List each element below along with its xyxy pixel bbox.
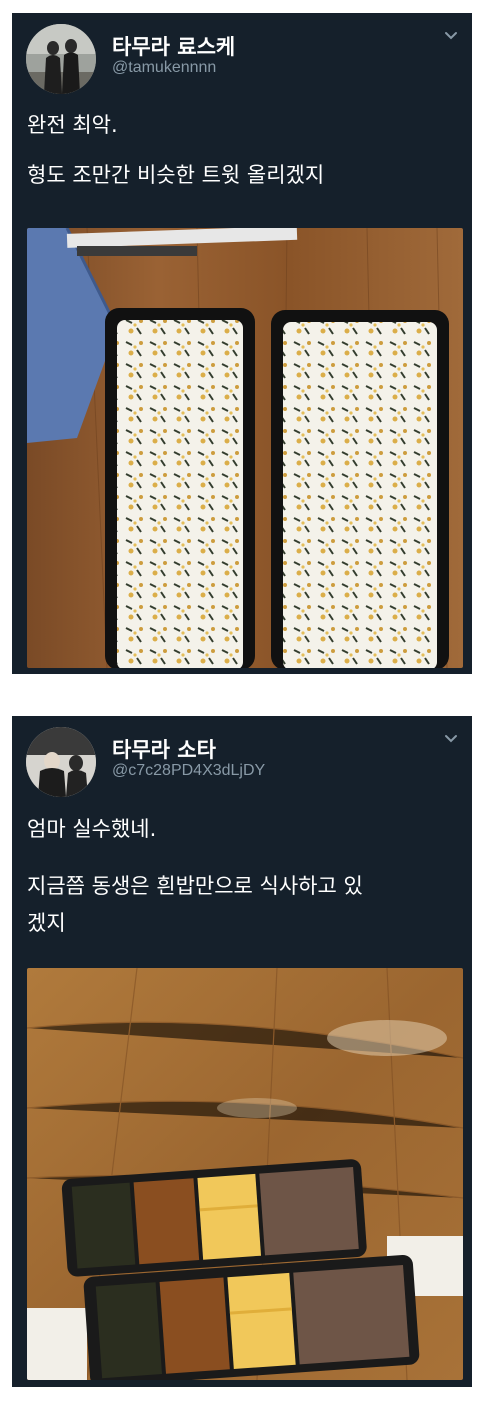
tweet-card: 타무라 소타 @c7c28PD4X3dLjDY 엄마 실수했네. 지금쯤 동생은… bbox=[12, 716, 472, 1387]
avatar[interactable] bbox=[26, 24, 96, 94]
tweet-photo[interactable] bbox=[27, 228, 463, 668]
tweet-card: 타무라 료스케 @tamukennnn 완전 최악. 형도 조만간 비슷한 트윗… bbox=[12, 13, 472, 674]
avatar[interactable] bbox=[26, 727, 96, 797]
tweet-text-line: 엄마 실수했네. bbox=[27, 817, 157, 841]
user-handle[interactable]: @tamukennnn bbox=[112, 59, 216, 77]
display-name[interactable]: 타무라 소타 bbox=[112, 734, 216, 764]
bento-side-dishes-image bbox=[27, 968, 463, 1380]
tweet-text-line: 형도 조만간 비슷한 트윗 올리겠지 bbox=[27, 163, 325, 187]
chevron-down-icon[interactable] bbox=[444, 29, 458, 43]
bento-rice-image bbox=[27, 228, 463, 668]
user-handle[interactable]: @c7c28PD4X3dLjDY bbox=[112, 762, 265, 780]
display-name[interactable]: 타무라 료스케 bbox=[112, 31, 235, 61]
tweet-text-line: 지금쯤 동생은 흰밥만으로 식사하고 있 bbox=[27, 874, 363, 898]
tweet-text-line: 겠지 bbox=[27, 911, 66, 935]
tweet-text-line: 완전 최악. bbox=[27, 113, 118, 137]
tweet-photo[interactable] bbox=[27, 968, 463, 1380]
chevron-down-icon[interactable] bbox=[444, 732, 458, 746]
